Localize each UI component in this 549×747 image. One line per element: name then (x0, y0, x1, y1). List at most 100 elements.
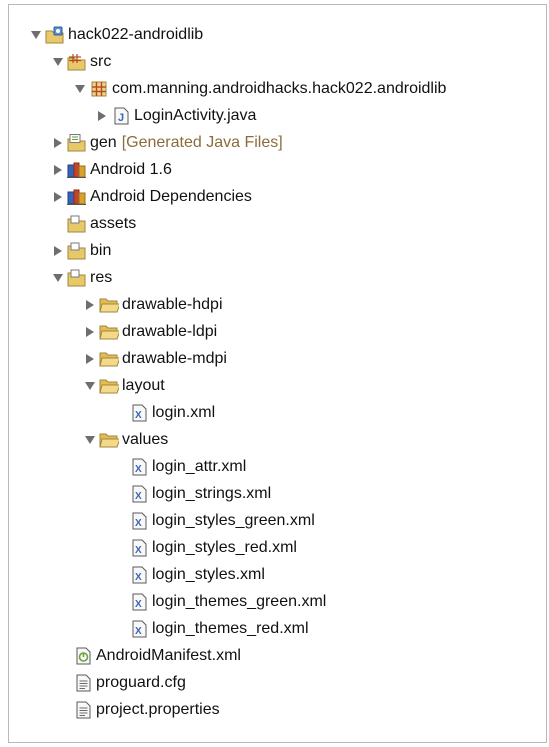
project-label: hack022-androidlib (68, 26, 204, 43)
android-project-icon (45, 26, 65, 44)
file-label: login_attr.xml (152, 458, 247, 475)
layout-label: layout (122, 377, 165, 394)
gen-decoration: [Generated Java Files] (121, 134, 283, 151)
file-label: login_styles_red.xml (152, 539, 297, 556)
tree-item-login-styles-green-xml[interactable]: X login_styles_green.xml (129, 509, 315, 533)
java-file-icon: J (111, 107, 131, 125)
tree-item-login-activity[interactable]: J LoginActivity.java (95, 104, 256, 128)
project-tree: hack022-androidlib src com.manning.andro… (9, 5, 546, 742)
xml-file-icon: X (129, 485, 149, 503)
open-folder-icon (99, 296, 119, 314)
chevron-down-icon[interactable] (83, 433, 97, 447)
xml-file-icon: X (129, 566, 149, 584)
svg-text:X: X (135, 626, 142, 637)
tree-item-project[interactable]: hack022-androidlib (29, 23, 203, 47)
file-label: login_themes_red.xml (152, 620, 309, 637)
source-folder-icon (67, 53, 87, 71)
tree-item-login-themes-green-xml[interactable]: X login_themes_green.xml (129, 590, 326, 614)
svg-text:X: X (135, 464, 142, 475)
chevron-right-icon[interactable] (51, 190, 65, 204)
chevron-right-icon[interactable] (83, 352, 97, 366)
text-file-icon (73, 701, 93, 719)
chevron-down-icon[interactable] (51, 55, 65, 69)
svg-text:X: X (135, 491, 142, 502)
chevron-down-icon[interactable] (83, 379, 97, 393)
android-manifest-icon (73, 647, 93, 665)
tree-item-login-themes-red-xml[interactable]: X login_themes_red.xml (129, 617, 309, 641)
tree-item-login-styles-xml[interactable]: X login_styles.xml (129, 563, 265, 587)
android-dependencies-label: Android Dependencies (90, 188, 252, 205)
chevron-right-icon[interactable] (83, 325, 97, 339)
tree-item-android-dependencies[interactable]: Android Dependencies (51, 185, 252, 209)
library-icon (67, 161, 87, 179)
library-icon (67, 188, 87, 206)
chevron-down-icon[interactable] (51, 271, 65, 285)
src-label: src (90, 53, 112, 70)
tree-item-login-attr-xml[interactable]: X login_attr.xml (129, 455, 246, 479)
drawable-mdpi-label: drawable-mdpi (122, 350, 227, 367)
drawable-ldpi-label: drawable-ldpi (122, 323, 218, 340)
tree-item-package[interactable]: com.manning.androidhacks.hack022.android… (73, 77, 446, 101)
xml-file-icon: X (129, 539, 149, 557)
tree-item-drawable-hdpi[interactable]: drawable-hdpi (83, 293, 223, 317)
login-activity-label: LoginActivity.java (134, 107, 257, 124)
tree-item-android-manifest[interactable]: AndroidManifest.xml (73, 644, 241, 668)
svg-text:X: X (135, 545, 142, 556)
folder-icon (67, 215, 87, 233)
tree-item-src[interactable]: src (51, 50, 111, 74)
file-label: login_styles_green.xml (152, 512, 315, 529)
tree-item-login-strings-xml[interactable]: X login_strings.xml (129, 482, 271, 506)
assets-label: assets (90, 215, 137, 232)
tree-item-res[interactable]: res (51, 266, 112, 290)
chevron-down-icon[interactable] (73, 82, 87, 96)
tree-item-android-library[interactable]: Android 1.6 (51, 158, 172, 182)
svg-text:J: J (118, 112, 124, 124)
open-folder-icon (99, 431, 119, 449)
tree-item-project-properties[interactable]: project.properties (73, 698, 220, 722)
text-file-icon (73, 674, 93, 692)
svg-text:X: X (135, 599, 142, 610)
values-label: values (122, 431, 169, 448)
tree-item-values[interactable]: values (83, 428, 168, 452)
gen-label: gen (90, 134, 117, 151)
chevron-right-icon[interactable] (95, 109, 109, 123)
android-manifest-label: AndroidManifest.xml (96, 647, 241, 664)
svg-text:X: X (135, 518, 142, 529)
xml-file-icon: X (129, 404, 149, 422)
file-label: login_themes_green.xml (152, 593, 327, 610)
open-folder-icon (99, 350, 119, 368)
tree-item-bin[interactable]: bin (51, 239, 111, 263)
tree-item-proguard[interactable]: proguard.cfg (73, 671, 186, 695)
tree-item-drawable-mdpi[interactable]: drawable-mdpi (83, 347, 227, 371)
drawable-hdpi-label: drawable-hdpi (122, 296, 223, 313)
chevron-right-icon[interactable] (51, 163, 65, 177)
project-properties-label: project.properties (96, 701, 220, 718)
package-explorer-panel: hack022-androidlib src com.manning.andro… (8, 4, 547, 743)
package-label: com.manning.androidhacks.hack022.android… (112, 80, 447, 97)
xml-file-icon: X (129, 593, 149, 611)
file-label: login_strings.xml (152, 485, 272, 502)
chevron-down-icon[interactable] (29, 28, 43, 42)
chevron-right-icon[interactable] (51, 244, 65, 258)
xml-file-icon: X (129, 512, 149, 530)
svg-text:X: X (135, 410, 142, 421)
chevron-right-icon[interactable] (51, 136, 65, 150)
tree-item-assets[interactable]: assets (67, 212, 136, 236)
xml-file-icon: X (129, 620, 149, 638)
xml-file-icon: X (129, 458, 149, 476)
svg-text:X: X (135, 572, 142, 583)
bin-label: bin (90, 242, 112, 259)
tree-item-gen[interactable]: gen [Generated Java Files] (51, 131, 283, 155)
package-icon (89, 80, 109, 98)
generated-folder-icon (67, 134, 87, 152)
chevron-right-icon[interactable] (83, 298, 97, 312)
res-label: res (90, 269, 113, 286)
file-label: login.xml (152, 404, 216, 421)
tree-item-layout[interactable]: layout (83, 374, 165, 398)
folder-icon (67, 269, 87, 287)
open-folder-icon (99, 323, 119, 341)
tree-item-login-styles-red-xml[interactable]: X login_styles_red.xml (129, 536, 297, 560)
folder-icon (67, 242, 87, 260)
tree-item-drawable-ldpi[interactable]: drawable-ldpi (83, 320, 217, 344)
tree-item-login-xml[interactable]: X login.xml (129, 401, 215, 425)
